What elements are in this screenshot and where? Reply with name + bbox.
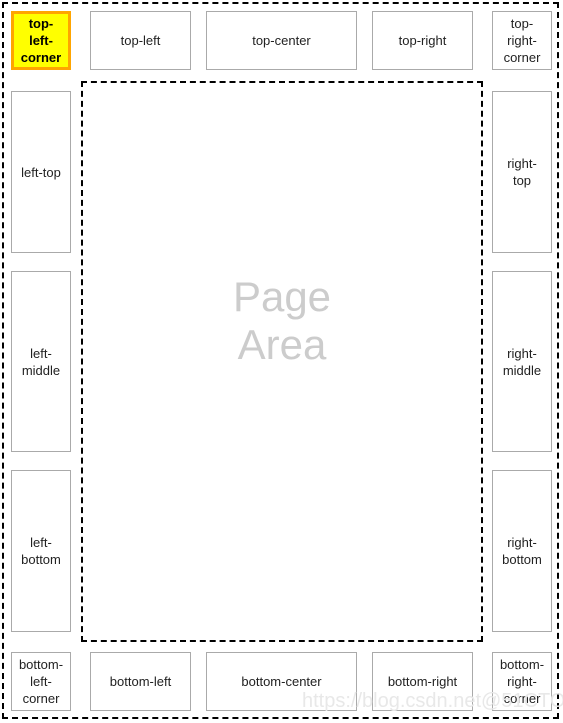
margin-box-top-right-corner[interactable]: top- right- corner bbox=[492, 11, 552, 70]
margin-box-top-left-corner[interactable]: top- left- corner bbox=[11, 11, 71, 70]
margin-box-left-middle[interactable]: left- middle bbox=[11, 271, 71, 452]
margin-box-left-top[interactable]: left-top bbox=[11, 91, 71, 253]
page-margin-boxes-diagram: Page Area top- left- corner top- right- … bbox=[0, 0, 563, 723]
margin-box-left-bottom[interactable]: left- bottom bbox=[11, 470, 71, 632]
margin-box-bottom-right[interactable]: bottom-right bbox=[372, 652, 473, 711]
margin-box-top-right[interactable]: top-right bbox=[372, 11, 473, 70]
page-area-label: Page Area bbox=[232, 273, 332, 368]
margin-box-right-bottom[interactable]: right- bottom bbox=[492, 470, 552, 632]
page-area-region: Page Area bbox=[81, 81, 483, 642]
margin-box-bottom-center[interactable]: bottom-center bbox=[206, 652, 357, 711]
margin-box-top-center[interactable]: top-center bbox=[206, 11, 357, 70]
margin-box-top-left[interactable]: top-left bbox=[90, 11, 191, 70]
margin-box-bottom-left-corner[interactable]: bottom- left- corner bbox=[11, 652, 71, 711]
margin-box-bottom-right-corner[interactable]: bottom- right- corner bbox=[492, 652, 552, 711]
margin-box-right-middle[interactable]: right- middle bbox=[492, 271, 552, 452]
margin-box-bottom-left[interactable]: bottom-left bbox=[90, 652, 191, 711]
margin-box-right-top[interactable]: right- top bbox=[492, 91, 552, 253]
